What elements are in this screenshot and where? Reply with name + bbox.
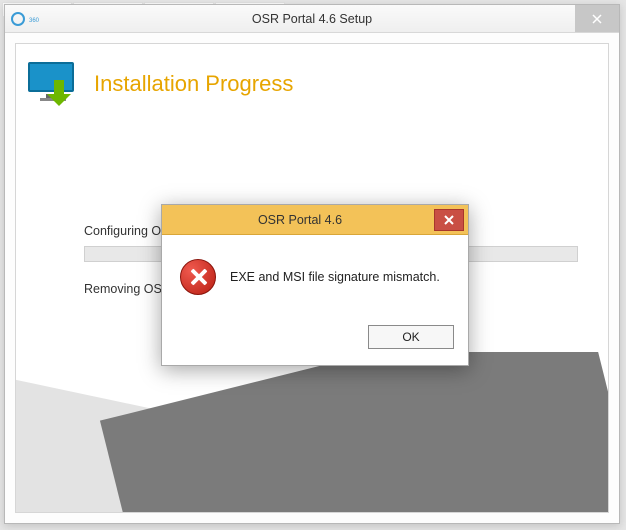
installer-icon bbox=[28, 62, 78, 106]
error-icon bbox=[180, 259, 216, 295]
close-icon bbox=[592, 14, 602, 24]
page-title: Installation Progress bbox=[94, 71, 293, 97]
error-message: EXE and MSI file signature mismatch. bbox=[230, 270, 440, 284]
setup-window-title: OSR Portal 4.6 Setup bbox=[5, 12, 619, 26]
setup-titlebar[interactable]: OSR Portal 4.6 Setup bbox=[5, 5, 619, 33]
close-icon bbox=[444, 215, 454, 225]
header-row: Installation Progress bbox=[16, 44, 608, 114]
error-dialog-title: OSR Portal 4.6 bbox=[162, 213, 438, 227]
error-dialog-titlebar[interactable]: OSR Portal 4.6 bbox=[162, 205, 468, 235]
footer-decoration bbox=[16, 352, 608, 512]
error-dialog: OSR Portal 4.6 EXE and MSI file signatur… bbox=[161, 204, 469, 366]
ok-button[interactable]: OK bbox=[368, 325, 454, 349]
error-dialog-close-button[interactable] bbox=[434, 209, 464, 231]
error-dialog-body: EXE and MSI file signature mismatch. bbox=[162, 235, 468, 315]
app-icon bbox=[11, 12, 25, 26]
setup-close-button[interactable] bbox=[575, 5, 619, 32]
error-dialog-footer: OK bbox=[162, 315, 468, 365]
